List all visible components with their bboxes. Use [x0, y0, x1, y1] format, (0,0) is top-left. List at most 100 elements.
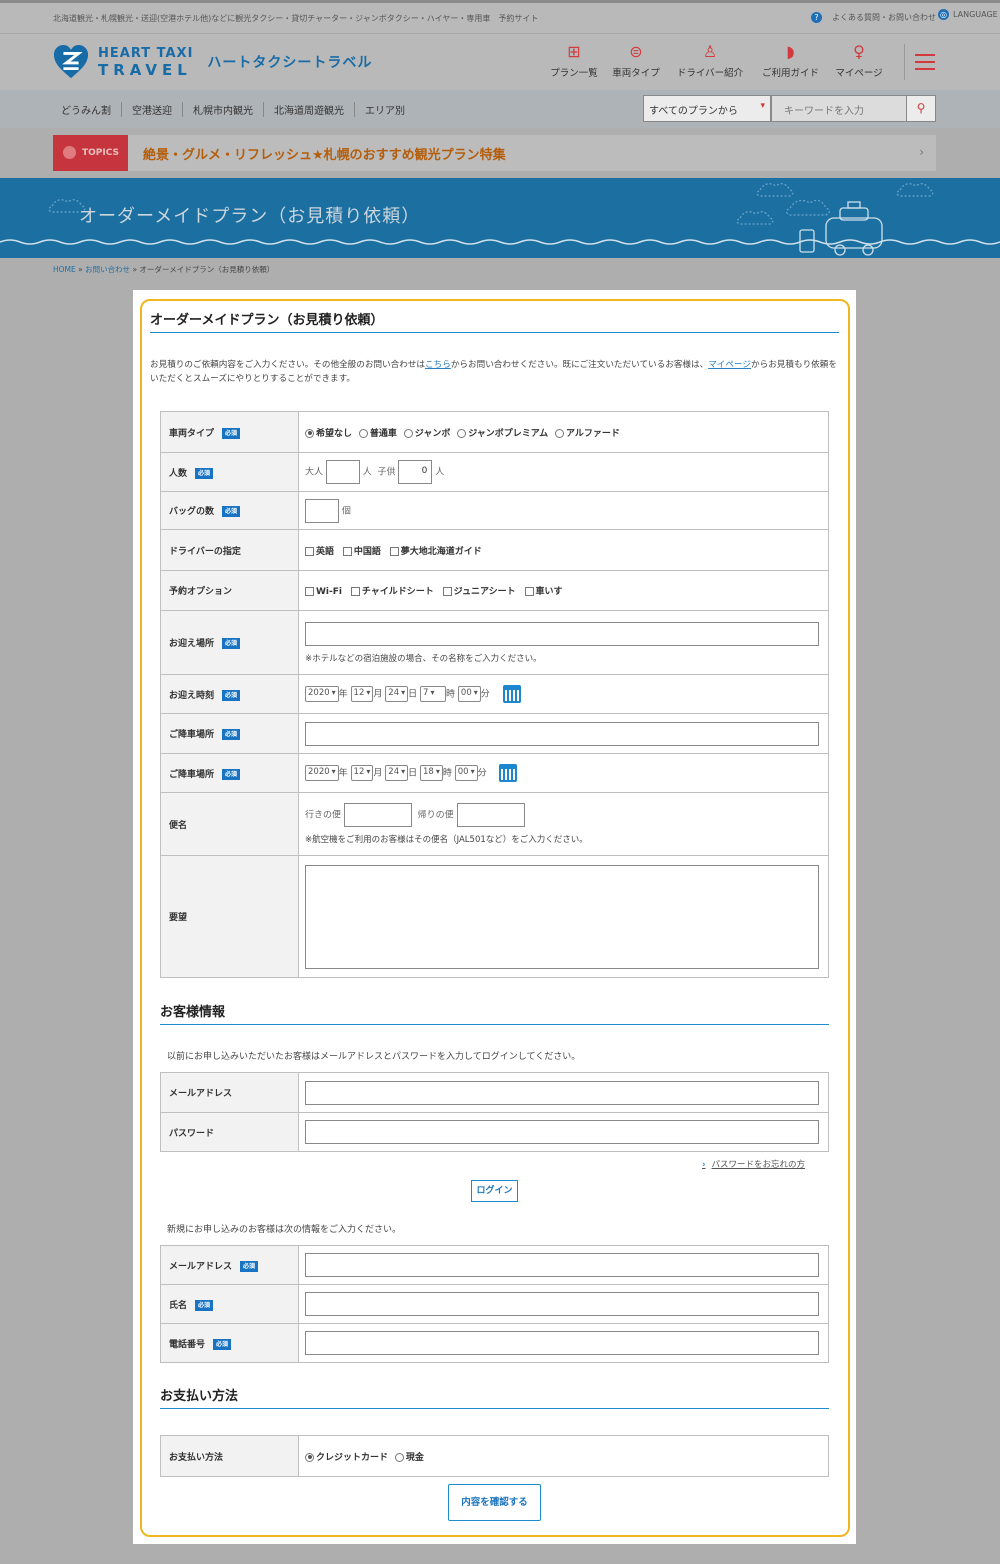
phone-input[interactable] — [305, 1331, 819, 1355]
vehicle-radio-standard[interactable] — [358, 428, 368, 438]
nav-guide[interactable]: ◗ ご利用ガイド — [753, 41, 828, 79]
pickup-hour-select[interactable]: 7 — [420, 686, 447, 702]
payment-heading: お支払い方法 — [160, 1389, 239, 1404]
month-unit: 月 — [373, 689, 383, 700]
pickup-year-select[interactable]: 2020 — [305, 686, 339, 702]
junior-seat-checkbox[interactable] — [442, 587, 452, 596]
site-logo[interactable]: HEART TAXI TRAVEL ハートタクシートラベル — [52, 44, 372, 80]
required-badge: 必須 — [240, 1260, 259, 1272]
dropoff-label: ご降車場所 — [169, 730, 215, 740]
form-title: オーダーメイドプラン（お見積り依頼） — [150, 313, 384, 328]
bags-count-input[interactable] — [305, 498, 339, 523]
contact-link[interactable]: こちら — [425, 360, 451, 370]
pickup-day-select[interactable]: 24 — [385, 686, 409, 702]
options-label: 予約オプション — [169, 587, 233, 597]
estimate-form-table: 車両タイプ 必須 希望なし 普通車 ジャンボ ジャンボプレミアム アルファード 人… — [160, 411, 829, 978]
driver-chinese-checkbox[interactable] — [342, 546, 352, 556]
logo-japanese: ハートタクシートラベル — [207, 55, 373, 71]
driver-guide-checkbox[interactable] — [389, 546, 399, 556]
login-email-input[interactable] — [305, 1080, 819, 1105]
row-login-password: パスワード — [160, 1112, 829, 1152]
calendar-icon[interactable] — [499, 764, 518, 782]
payment-radio-credit[interactable] — [305, 1452, 314, 1462]
option-label: ジュニアシート — [453, 587, 516, 597]
heart-logo-icon — [53, 44, 89, 79]
pickup-month-select[interactable]: 12 — [350, 686, 374, 702]
dropoff-month-select[interactable]: 12 — [350, 765, 374, 781]
vehicle-radio-jumbo-premium[interactable] — [457, 428, 467, 438]
driver-english-checkbox[interactable] — [305, 546, 314, 556]
row-pickup-time: お迎え時刻必須 2020年 12月 24日 7時 00分 — [160, 674, 829, 714]
subnav-airport[interactable]: 空港送迎 — [121, 102, 182, 117]
breadcrumb-sep: » — [78, 265, 83, 274]
payment-option-label: クレジットカード — [316, 1452, 389, 1463]
vehicle-radio-none[interactable] — [305, 428, 314, 438]
subnav-area[interactable]: エリア別 — [354, 102, 415, 117]
search-button[interactable]: ⚲ — [906, 95, 936, 122]
language-link[interactable]: ◎ LANGUAGE — [938, 9, 1000, 20]
dropoff-minute-select[interactable]: 00 — [454, 765, 478, 781]
child-seat-checkbox[interactable] — [350, 587, 360, 596]
intro-text: お見積りのご依頼内容をご入力ください。その他全般のお問い合わせはこちらからお問い… — [150, 360, 837, 384]
pickup-time-label: お迎え時刻 — [169, 690, 215, 701]
forgot-password-link[interactable]: › パスワードをお忘れの方 — [702, 1158, 805, 1170]
adult-label: 大人 — [305, 467, 324, 478]
required-badge: 必須 — [222, 689, 241, 701]
dropoff-year-select[interactable]: 2020 — [305, 765, 339, 781]
child-label: 子供 — [377, 467, 396, 478]
mypage-link[interactable]: マイページ — [708, 360, 751, 370]
topics-label-text: TOPICS — [82, 148, 119, 158]
adult-count-input[interactable] — [325, 460, 360, 484]
calendar-icon[interactable] — [502, 685, 521, 703]
login-password-label: パスワード — [169, 1128, 215, 1139]
request-textarea[interactable] — [305, 864, 819, 969]
breadcrumb-home[interactable]: HOME — [53, 265, 76, 274]
nav-drivers[interactable]: ♙ ドライバー紹介 — [667, 41, 753, 79]
login-password-input[interactable] — [305, 1120, 819, 1144]
return-flight-input[interactable] — [456, 803, 525, 827]
nav-plans[interactable]: ⊞ プラン一覧 — [543, 41, 605, 79]
pickup-minute-select[interactable]: 00 — [457, 686, 481, 702]
driver-option-label: 夢大地北海道ガイド — [400, 546, 482, 557]
confirm-button[interactable]: 内容を確認する — [448, 1484, 541, 1521]
vehicle-radio-jumbo[interactable] — [403, 428, 413, 438]
login-button[interactable]: ログイン — [471, 1180, 518, 1202]
child-count-input[interactable]: 0 — [398, 460, 433, 484]
phone-label: 電話番号 — [169, 1339, 206, 1350]
new-customer-instructions: 新規にお申し込みのお客様は次の情報をご入力ください。 — [167, 1225, 402, 1235]
dropoff-hour-select[interactable]: 18 — [420, 765, 443, 781]
option-label: Wi-Fi — [316, 587, 342, 597]
bags-label: バッグの数 — [169, 507, 215, 517]
dropoff-location-input[interactable] — [305, 721, 819, 746]
pickup-location-input[interactable] — [305, 621, 819, 646]
dropoff-day-select[interactable]: 24 — [385, 765, 409, 781]
search-input[interactable]: キーワードを入力 — [771, 95, 907, 122]
row-options: 予約オプション Wi-Fi チャイルドシート ジュニアシート 車いす — [160, 570, 829, 611]
vehicle-option-label: ジャンボプレミアム — [468, 428, 549, 439]
subnav-hokkaido[interactable]: 北海道周遊観光 — [263, 102, 354, 117]
payment-radio-cash[interactable] — [394, 1452, 404, 1462]
subnav-doumin[interactable]: どうみん割 — [53, 102, 121, 117]
name-input[interactable] — [305, 1292, 819, 1316]
breadcrumb-contact[interactable]: お問い合わせ — [85, 265, 130, 274]
wheelchair-checkbox[interactable] — [524, 587, 534, 596]
month-unit: 月 — [373, 768, 383, 779]
hamburger-menu-icon[interactable] — [915, 54, 935, 70]
row-name: 氏名 必須 — [160, 1284, 829, 1324]
wifi-checkbox[interactable] — [305, 587, 314, 596]
outbound-flight-input[interactable] — [343, 803, 412, 827]
faq-link[interactable]: ? よくある質問・お問い合わせ — [811, 12, 936, 23]
vehicle-option-label: 普通車 — [369, 428, 397, 439]
nav-mypage[interactable]: ♀ マイページ — [828, 41, 890, 79]
topics-banner[interactable]: TOPICS 絶景・グルメ・リフレッシュ★札幌のおすすめ観光プラン特集 › — [53, 135, 936, 171]
row-pickup: お迎え場所 必須 ※ホテルなどの宿泊施設の場合、その名称をご入力ください。 — [160, 610, 829, 675]
vehicle-radio-alphard[interactable] — [555, 428, 565, 438]
suitcase-icon: ⊞ — [567, 42, 581, 61]
vehicle-option-label: 希望なし — [316, 428, 353, 439]
login-table: メールアドレス パスワード — [160, 1072, 829, 1152]
subnav-sapporo[interactable]: 札幌市内観光 — [182, 102, 263, 117]
nav-vehicles-label: 車両タイプ — [612, 68, 660, 79]
new-email-input[interactable] — [305, 1253, 819, 1277]
search-scope-select[interactable]: すべてのプランから ▾ — [643, 95, 771, 122]
nav-vehicles[interactable]: ⊜ 車両タイプ — [605, 41, 667, 79]
